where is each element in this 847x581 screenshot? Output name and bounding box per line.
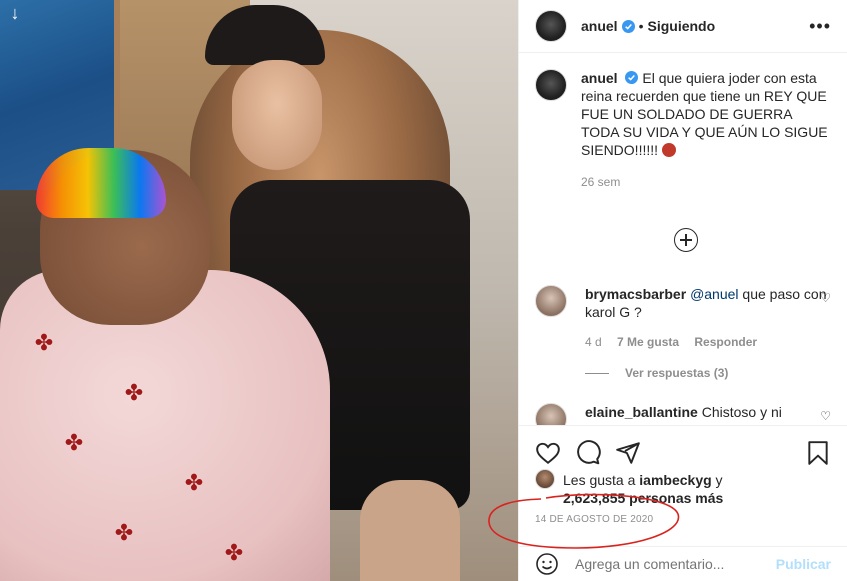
caption-time: 26 sem [581, 175, 621, 189]
emoji-icon[interactable] [535, 552, 559, 576]
likes-suffix: y [711, 472, 723, 488]
caption-author-username[interactable]: anuel [581, 70, 618, 86]
author-avatar[interactable] [535, 10, 567, 42]
post-header: anuel • Siguiendo ••• [519, 0, 847, 53]
post-date[interactable]: 14 DE AGOSTO DE 2020 [535, 514, 653, 525]
hoodie-monogram: ✤ [224, 541, 244, 566]
devil-emoji-icon [661, 143, 676, 157]
photo-woman-face [232, 60, 322, 170]
likes-line-2: 2,623,855 personas más [535, 489, 831, 507]
comment-like-heart-icon[interactable]: ♡ [820, 409, 831, 423]
comment-input[interactable] [575, 556, 776, 572]
hoodie-monogram: ✤ [34, 331, 54, 356]
bookmark-icon[interactable] [805, 440, 831, 466]
likes-line-1: Les gusta a iambeckyg y [535, 469, 831, 489]
heart-icon[interactable] [535, 440, 561, 466]
load-more-comments-button[interactable] [674, 228, 698, 252]
comment-item: brymacsbarber @anuel que paso con karol … [535, 285, 831, 351]
post-photo[interactable]: ✤ ✤ ✤ ✤ ✤ ✤ ↓ [0, 0, 518, 581]
comment-icon[interactable] [575, 439, 601, 466]
photo-woman-leg [360, 480, 460, 581]
hoodie-monogram: ✤ [114, 521, 134, 546]
comment-body: brymacsbarber @anuel que paso con karol … [585, 285, 831, 351]
comment-body: elaine_ballantine Chistoso y ni [585, 403, 831, 425]
comment-item: elaine_ballantine Chistoso y ni ♡ [535, 403, 831, 425]
commenter-username[interactable]: brymacsbarber [585, 286, 686, 302]
view-replies-button[interactable]: Ver respuestas (3) [585, 366, 728, 380]
hoodie-monogram: ✤ [64, 431, 84, 456]
caption-author-avatar[interactable] [535, 69, 567, 101]
download-arrow-icon[interactable]: ↓ [4, 2, 26, 24]
send-icon[interactable] [615, 440, 641, 466]
comment-age: 4 d [585, 335, 602, 349]
comment-composer: Publicar [519, 546, 847, 581]
verified-badge-icon [621, 19, 635, 33]
comment-likes-link[interactable]: 7 Me gusta [617, 335, 679, 349]
liker-avatar[interactable] [535, 469, 555, 489]
comment-mention-link[interactable]: @anuel [690, 286, 738, 302]
commenter-avatar[interactable] [535, 285, 567, 317]
caption-body: anuel El que quiera joder con esta reina… [581, 69, 831, 191]
post-side-panel: anuel • Siguiendo ••• anuel El que quier… [518, 0, 847, 581]
verified-badge-icon [625, 71, 639, 84]
more-options-icon[interactable]: ••• [809, 16, 831, 37]
commenter-username[interactable]: elaine_ballantine [585, 404, 698, 420]
liker-username[interactable]: iambeckyg [639, 472, 711, 488]
comment-actions: 4 d 7 Me gusta Responder [585, 333, 831, 351]
likes-count-link[interactable]: 2,623,855 personas más [563, 490, 723, 506]
hoodie-monogram: ✤ [184, 471, 204, 496]
publish-button[interactable]: Publicar [776, 556, 831, 572]
comments-section[interactable]: anuel El que quiera joder con esta reina… [519, 53, 847, 425]
view-replies-label: Ver respuestas (3) [625, 366, 729, 380]
commenter-avatar[interactable] [535, 403, 567, 425]
comment-text: Chistoso y ni [701, 404, 782, 420]
likes-prefix: Les gusta a [563, 472, 640, 488]
author-username[interactable]: anuel [581, 18, 618, 34]
replies-divider-line [585, 372, 609, 374]
caption-text: El que quiera joder con esta reina recue… [581, 70, 828, 158]
post-actions-bar [519, 425, 847, 469]
hoodie-monogram: ✤ [124, 381, 144, 406]
follow-status-button[interactable]: Siguiendo [647, 18, 715, 34]
reply-button[interactable]: Responder [694, 335, 757, 349]
post-caption: anuel El que quiera joder con esta reina… [535, 69, 831, 191]
header-separator: • [638, 18, 644, 34]
likes-summary: Les gusta a iambeckyg y 2,623,855 person… [535, 469, 831, 507]
comment-like-heart-icon[interactable]: ♡ [820, 291, 831, 305]
